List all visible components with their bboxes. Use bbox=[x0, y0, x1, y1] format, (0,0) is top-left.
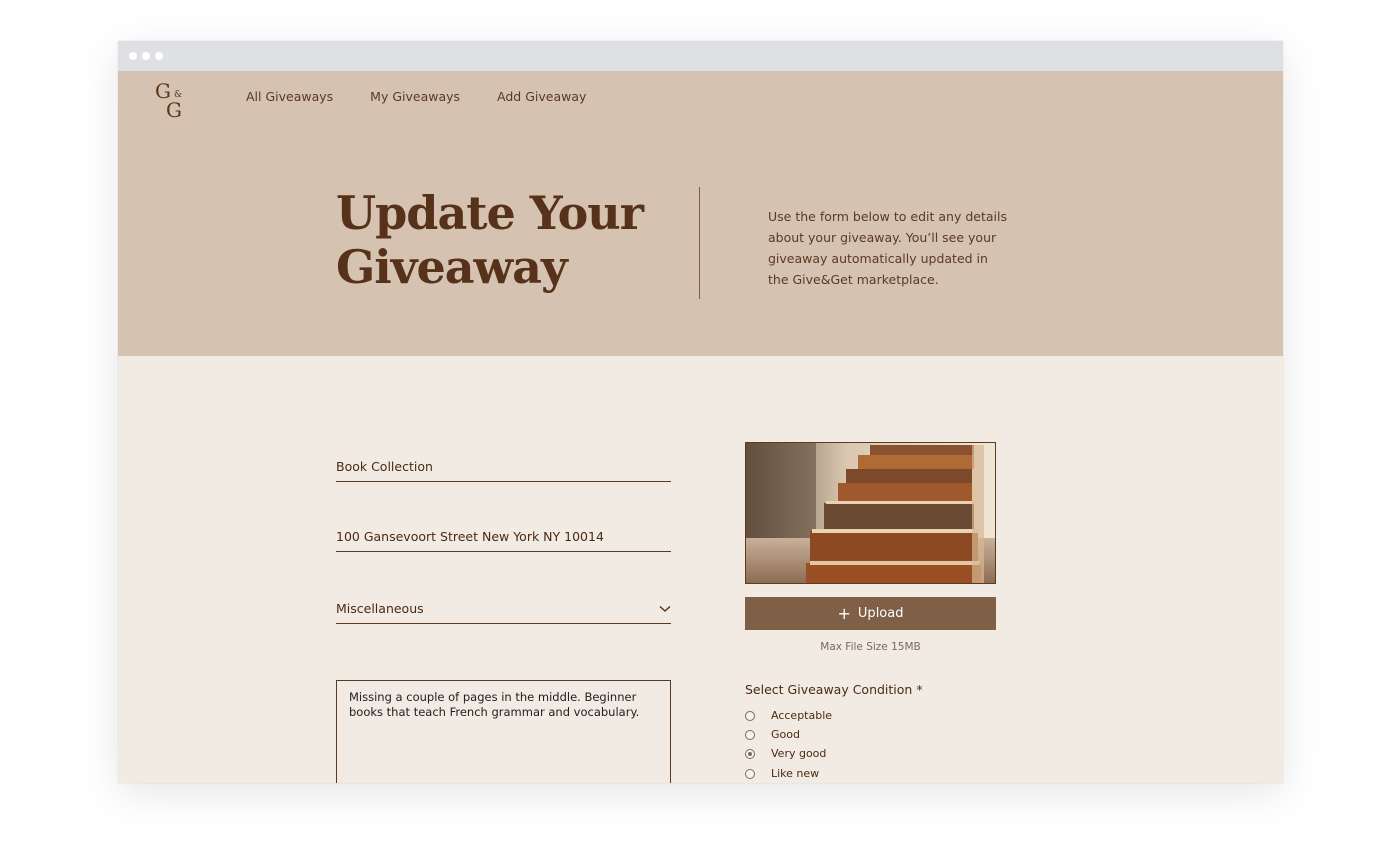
hero-divider bbox=[699, 187, 700, 299]
radio-button[interactable] bbox=[745, 729, 755, 740]
title-value: Book Collection bbox=[336, 459, 433, 474]
title-field[interactable]: Book Collection bbox=[336, 459, 671, 482]
hero-section: G & G All Giveaways My Giveaways Add Giv… bbox=[118, 71, 1283, 356]
site-logo[interactable]: G & G bbox=[155, 79, 189, 122]
address-field[interactable]: 100 Gansevoort Street New York NY 10014 bbox=[336, 529, 671, 552]
giveaway-photo bbox=[745, 442, 996, 584]
description-value: Missing a couple of pages in the middle.… bbox=[349, 690, 640, 719]
category-select[interactable]: Miscellaneous bbox=[336, 601, 671, 624]
condition-label: Acceptable bbox=[771, 709, 833, 722]
plus-icon: + bbox=[837, 603, 851, 623]
books-stack-image bbox=[746, 443, 995, 583]
condition-option-very-good[interactable]: Very good bbox=[745, 747, 826, 760]
address-value: 100 Gansevoort Street New York NY 10014 bbox=[336, 529, 604, 544]
max-file-size-note: Max File Size 15MB bbox=[820, 641, 921, 653]
page-title-line: Giveaway bbox=[336, 240, 568, 294]
window-dot-icon bbox=[142, 52, 150, 60]
condition-option-like-new[interactable]: Like new bbox=[745, 767, 819, 780]
browser-window: G & G All Giveaways My Giveaways Add Giv… bbox=[118, 41, 1283, 783]
giveaway-form: Book Collection 100 Gansevoort Street Ne… bbox=[118, 356, 1283, 783]
condition-title: Select Giveaway Condition * bbox=[745, 682, 923, 697]
upload-button[interactable]: + Upload bbox=[745, 597, 996, 630]
page-title: Update Your Giveaway bbox=[336, 186, 676, 294]
category-value: Miscellaneous bbox=[336, 601, 424, 616]
window-dot-icon bbox=[155, 52, 163, 60]
window-titlebar bbox=[118, 41, 1283, 71]
radio-button[interactable] bbox=[745, 710, 755, 721]
hero-description: Use the form below to edit any details a… bbox=[768, 209, 1007, 287]
nav-add-giveaway[interactable]: Add Giveaway bbox=[497, 89, 586, 104]
condition-label: Good bbox=[771, 728, 800, 741]
upload-button-label: Upload bbox=[857, 606, 904, 621]
condition-label: Like new bbox=[771, 767, 820, 780]
chevron-down-icon bbox=[659, 605, 671, 612]
nav-all-giveaways[interactable]: All Giveaways bbox=[246, 89, 333, 104]
logo-letter: G bbox=[166, 98, 182, 122]
window-dot-icon bbox=[129, 52, 137, 60]
page-title-line: Update Your bbox=[336, 186, 644, 240]
description-textarea[interactable]: Missing a couple of pages in the middle.… bbox=[336, 680, 671, 783]
condition-option-acceptable[interactable]: Acceptable bbox=[745, 709, 832, 722]
condition-label: Very good bbox=[771, 747, 827, 760]
radio-button-selected[interactable] bbox=[745, 748, 755, 759]
condition-option-good[interactable]: Good bbox=[745, 728, 800, 741]
radio-button[interactable] bbox=[745, 768, 755, 779]
main-nav: All Giveaways My Giveaways Add Giveaway bbox=[246, 89, 623, 104]
nav-my-giveaways[interactable]: My Giveaways bbox=[370, 89, 460, 104]
